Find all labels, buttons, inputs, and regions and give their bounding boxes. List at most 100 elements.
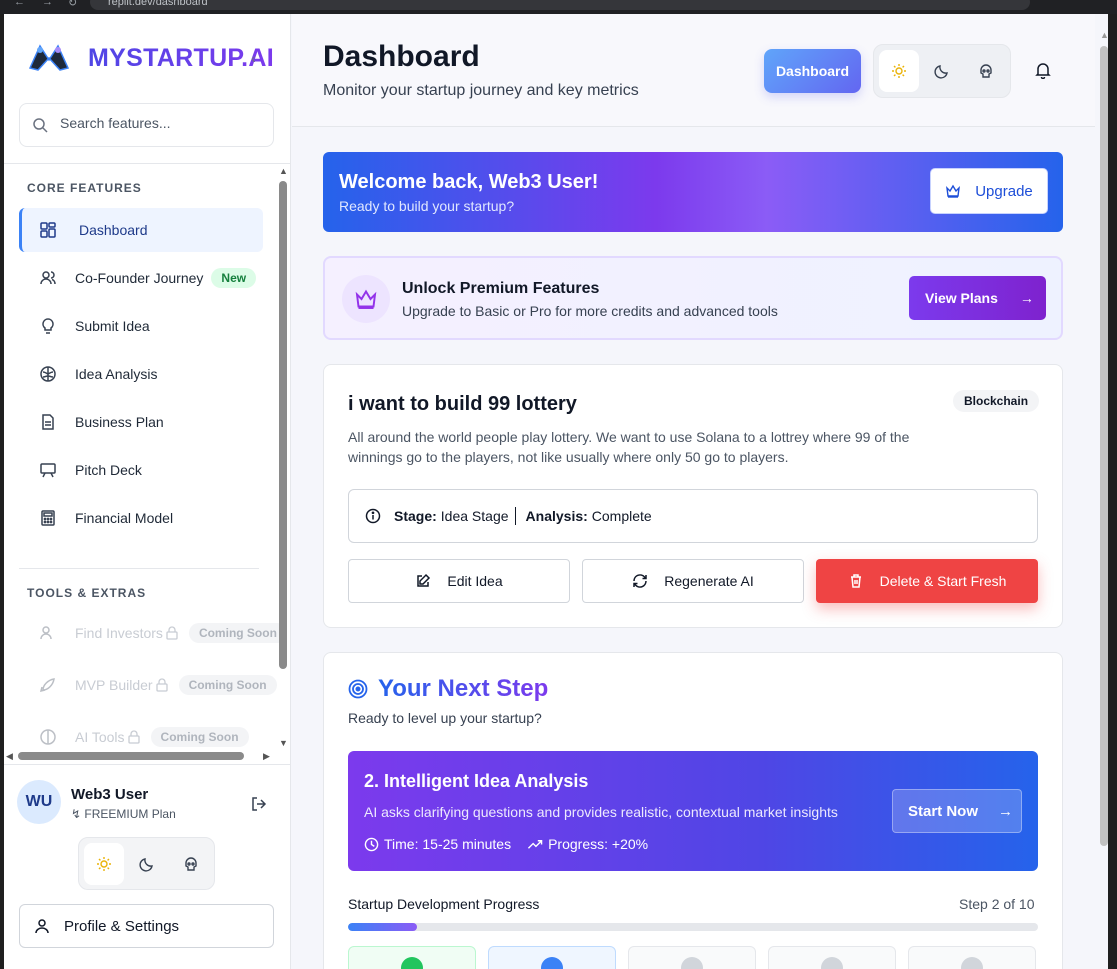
logout-icon[interactable] [250, 795, 268, 813]
search-input[interactable] [60, 115, 260, 131]
coming-soon-badge: Coming Soon [188, 623, 287, 643]
idea-status: Stage: Idea Stage Analysis: Complete [348, 489, 1038, 543]
progress-step-count: Step 2 of 10 [959, 896, 1035, 912]
welcome-title: Welcome back, Web3 User! [339, 171, 599, 193]
theme-skull-button[interactable] [171, 843, 211, 885]
browser-bar: ← → ↻ replit.dev/dashboard [0, 0, 1117, 14]
scrollbar-thumb[interactable] [1100, 46, 1108, 846]
url-bar[interactable]: replit.dev/dashboard [90, 0, 1030, 10]
time-estimate: Time: 15-25 minutes [364, 836, 511, 852]
coming-soon-badge: Coming Soon [178, 675, 277, 695]
bell-icon[interactable] [1034, 61, 1052, 79]
regenerate-ai-button[interactable]: Regenerate AI [582, 559, 804, 603]
stage-value: Idea Stage [440, 508, 509, 524]
moon-icon [139, 858, 153, 872]
theme-light-button[interactable] [879, 50, 919, 92]
upgrade-label: Upgrade [975, 182, 1033, 200]
core-features-heading: CORE FEATURES [27, 181, 142, 195]
divider [4, 163, 291, 164]
trending-up-icon [528, 839, 543, 849]
scroll-up-icon[interactable]: ▲ [279, 166, 288, 176]
calculator-icon [39, 509, 57, 527]
sidebar-item-label: Idea Analysis [75, 366, 158, 382]
step-pending-icon [961, 957, 983, 969]
step-pending-icon [681, 957, 703, 969]
arrow-right-icon: → [1019, 290, 1034, 306]
next-step-card: Your Next Step Ready to level up your st… [323, 652, 1063, 969]
sidebar-item-label: Pitch Deck [75, 462, 142, 478]
sidebar-item-label: MVP Builder [75, 677, 153, 693]
profile-settings-button[interactable]: Profile & Settings [19, 904, 274, 948]
theme-dark-button[interactable] [922, 50, 962, 92]
sidebar-horizontal-scrollbar[interactable]: ◀ ▶ [4, 751, 274, 762]
theme-dark-button[interactable] [127, 843, 167, 885]
sidebar-item-dashboard[interactable]: Dashboard [19, 208, 263, 252]
current-step-panel: 2. Intelligent Idea Analysis AI asks cla… [348, 751, 1038, 871]
collapse-sidebar-icon[interactable]: ‹ [251, 50, 256, 66]
sidebar-item-find-investors[interactable]: Find Investors Coming Soon [19, 611, 287, 655]
step-meta: Time: 15-25 minutes Progress: +20% [364, 836, 664, 852]
step-tile[interactable] [628, 946, 756, 969]
analysis-value: Complete [591, 508, 652, 524]
sidebar-item-co-founder-journey[interactable]: Co-Founder Journey New [19, 256, 263, 300]
header: Dashboard Monitor your startup journey a… [292, 14, 1095, 127]
scrollbar-thumb[interactable] [279, 181, 287, 669]
sidebar: MYSTARTUP.AI ‹ CORE FEATURES Dashboard C… [4, 14, 291, 969]
sidebar-item-submit-idea[interactable]: Submit Idea [19, 304, 263, 348]
moon-icon [934, 65, 948, 79]
lightbulb-icon [39, 317, 57, 335]
sidebar-vertical-scrollbar[interactable]: ▲ ▼ [278, 166, 289, 751]
back-icon[interactable]: ← [14, 0, 25, 8]
tools-heading: TOOLS & EXTRAS [27, 586, 147, 600]
plan-label: FREEMIUM Plan [84, 807, 176, 821]
reload-icon[interactable]: ↻ [68, 0, 77, 9]
delete-start-fresh-button[interactable]: Delete & Start Fresh [816, 559, 1038, 603]
scroll-right-icon[interactable]: ▶ [263, 751, 270, 762]
step-tile[interactable] [488, 946, 616, 969]
step-tile[interactable] [768, 946, 896, 969]
sidebar-item-label: Co-Founder Journey [75, 270, 204, 286]
premium-title: Unlock Premium Features [402, 280, 600, 297]
theme-skull-button[interactable] [966, 50, 1006, 92]
lock-icon [127, 730, 141, 744]
progress-bar [348, 923, 1038, 931]
arrow-right-icon: → [998, 802, 1014, 820]
step-tile[interactable] [348, 946, 476, 969]
step-pending-icon [821, 957, 843, 969]
divider [19, 568, 259, 569]
progress-label: Startup Development Progress [348, 896, 540, 912]
edit-idea-button[interactable]: Edit Idea [348, 559, 570, 603]
upgrade-button[interactable]: Upgrade [930, 168, 1048, 214]
app: MYSTARTUP.AI ‹ CORE FEATURES Dashboard C… [4, 14, 1108, 969]
start-now-button[interactable]: Start Now → [892, 789, 1022, 833]
premium-banner: Unlock Premium Features Upgrade to Basic… [323, 256, 1063, 340]
idea-description: All around the world people play lottery… [348, 429, 910, 465]
view-plans-button[interactable]: View Plans → [909, 276, 1046, 320]
scroll-down-icon[interactable]: ▼ [279, 738, 288, 748]
theme-light-button[interactable] [84, 843, 124, 885]
search-box[interactable] [19, 103, 274, 147]
scroll-up-icon[interactable]: ▲ [1100, 30, 1108, 40]
separator [514, 507, 516, 525]
edit-idea-label: Edit Idea [447, 573, 503, 589]
sidebar-item-label: Find Investors [75, 625, 163, 641]
forward-icon[interactable]: → [42, 0, 53, 8]
main-content: Dashboard Monitor your startup journey a… [292, 14, 1095, 969]
profile-settings-label: Profile & Settings [64, 917, 180, 935]
next-step-subtitle: Ready to level up your startup? [348, 710, 542, 726]
step-done-icon [401, 957, 423, 969]
page-subtitle: Monitor your startup journey and key met… [323, 82, 639, 99]
sidebar-item-idea-analysis[interactable]: Idea Analysis [19, 352, 263, 396]
sidebar-item-financial-model[interactable]: Financial Model [19, 496, 263, 540]
sidebar-item-pitch-deck[interactable]: Pitch Deck [19, 448, 263, 492]
dashboard-button[interactable]: Dashboard [764, 49, 861, 93]
avatar[interactable]: WU [17, 780, 61, 824]
step-tile[interactable] [908, 946, 1036, 969]
target-icon [348, 679, 368, 699]
sidebar-item-mvp-builder[interactable]: MVP Builder Coming Soon [19, 663, 279, 707]
scroll-left-icon[interactable]: ◀ [6, 751, 13, 762]
sidebar-item-business-plan[interactable]: Business Plan [19, 400, 263, 444]
scrollbar-thumb[interactable] [18, 752, 244, 760]
page-scrollbar[interactable]: ▲ [1097, 28, 1108, 968]
logo-icon [28, 44, 70, 71]
